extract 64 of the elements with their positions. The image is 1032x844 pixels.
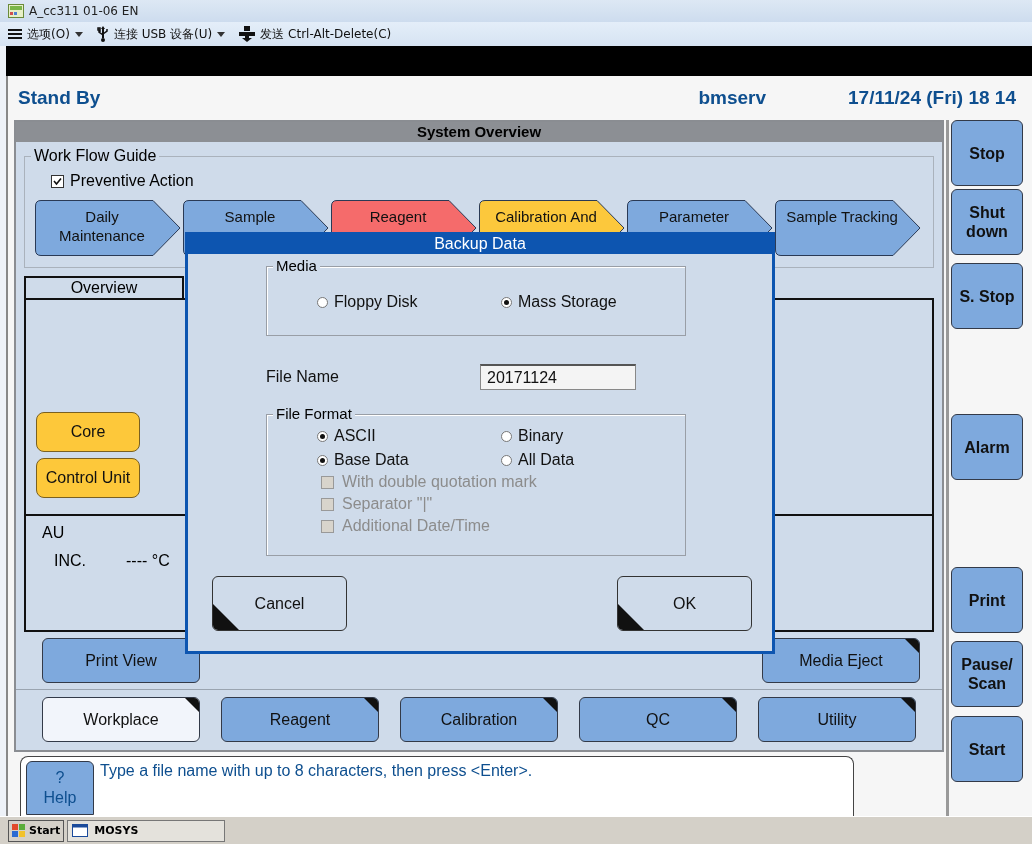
side-button[interactable]: Start xyxy=(951,716,1023,782)
workflow-step[interactable]: Sample Tracking xyxy=(775,200,921,256)
usb-icon xyxy=(96,26,109,42)
window-title: A_cc311 01-06 EN xyxy=(29,4,139,18)
side-button[interactable]: Stop xyxy=(951,120,1023,186)
radio-button[interactable] xyxy=(501,430,512,442)
radio-button[interactable] xyxy=(317,296,328,308)
analyzer-label: AU xyxy=(42,524,65,541)
window-icon xyxy=(72,824,89,837)
dialog-button[interactable]: OK xyxy=(617,576,752,631)
menu-item[interactable]: 选项(O) xyxy=(8,25,83,43)
radio-button[interactable] xyxy=(501,296,512,308)
side-button[interactable]: Shut down xyxy=(951,189,1023,255)
unit-button[interactable]: Control Unit xyxy=(36,458,140,498)
caret-icon xyxy=(74,31,83,37)
workflow-step[interactable]: Daily Maintenance xyxy=(35,200,181,256)
field-label: File Name xyxy=(266,368,340,386)
radio-button[interactable] xyxy=(501,454,512,466)
overview-tab[interactable]: Overview xyxy=(24,276,184,298)
dialog-title: Backup Data xyxy=(188,235,772,254)
nav-tab[interactable]: Reagent xyxy=(221,697,379,742)
radio-button[interactable] xyxy=(317,454,328,466)
checkbox-label: With double quotation mark xyxy=(342,473,537,491)
windows-logo-icon xyxy=(12,824,26,837)
user-name: bmserv xyxy=(698,87,767,109)
nav-tab[interactable]: Calibration xyxy=(400,697,558,742)
radio-button[interactable] xyxy=(317,430,328,442)
menu-item[interactable]: 连接 USB 设备(U) xyxy=(96,25,226,43)
nav-tab[interactable]: QC xyxy=(579,697,737,742)
action-button[interactable]: Print View xyxy=(42,638,200,683)
menu-icon xyxy=(8,28,22,40)
app-icon xyxy=(8,4,24,18)
radio-label: Mass Storage xyxy=(518,293,617,311)
dialog-button[interactable]: Cancel xyxy=(212,576,347,631)
help-button[interactable]: ? Help xyxy=(26,761,94,815)
file-name-field[interactable]: 20171124 xyxy=(480,364,636,390)
caret-icon xyxy=(217,31,226,37)
radio-label: All Data xyxy=(518,451,575,469)
keyboard-icon xyxy=(239,26,256,42)
radio-label: Floppy Disk xyxy=(334,293,418,311)
side-button[interactable]: Print xyxy=(951,567,1023,633)
date-time: 17/11/24 (Fri) 18 14 xyxy=(848,87,1016,109)
side-button[interactable]: Alarm xyxy=(951,414,1023,480)
nav-tab[interactable]: Workplace xyxy=(42,697,200,742)
panel-title: System Overview xyxy=(16,122,942,142)
side-button[interactable]: S. Stop xyxy=(951,263,1023,329)
checkbox-label: Preventive Action xyxy=(70,172,194,190)
menu-item[interactable]: 发送 Ctrl-Alt-Delete(C) xyxy=(239,25,392,43)
help-message: Type a file name with up to 8 characters, then press <Enter>. xyxy=(100,762,533,781)
action-button[interactable]: Media Eject xyxy=(762,638,920,683)
unit-button[interactable]: Core xyxy=(36,412,140,452)
side-button[interactable]: Pause/ Scan xyxy=(951,641,1023,707)
checkbox-label: Separator "|" xyxy=(342,495,433,513)
checkbox-label: Additional Date/Time xyxy=(342,517,490,535)
incubator-label: INC. xyxy=(54,552,86,570)
radio-label: Binary xyxy=(518,427,564,445)
temperature-value: ---- °C xyxy=(126,552,170,570)
checkbox[interactable] xyxy=(51,174,64,188)
start-button[interactable]: Start xyxy=(8,819,65,842)
radio-label: ASCII xyxy=(334,427,376,445)
status-text: Stand By xyxy=(18,87,102,109)
nav-tab[interactable]: Utility xyxy=(758,697,916,742)
radio-label: Base Data xyxy=(334,451,409,469)
taskbar-window[interactable]: MOSYS xyxy=(67,819,226,842)
